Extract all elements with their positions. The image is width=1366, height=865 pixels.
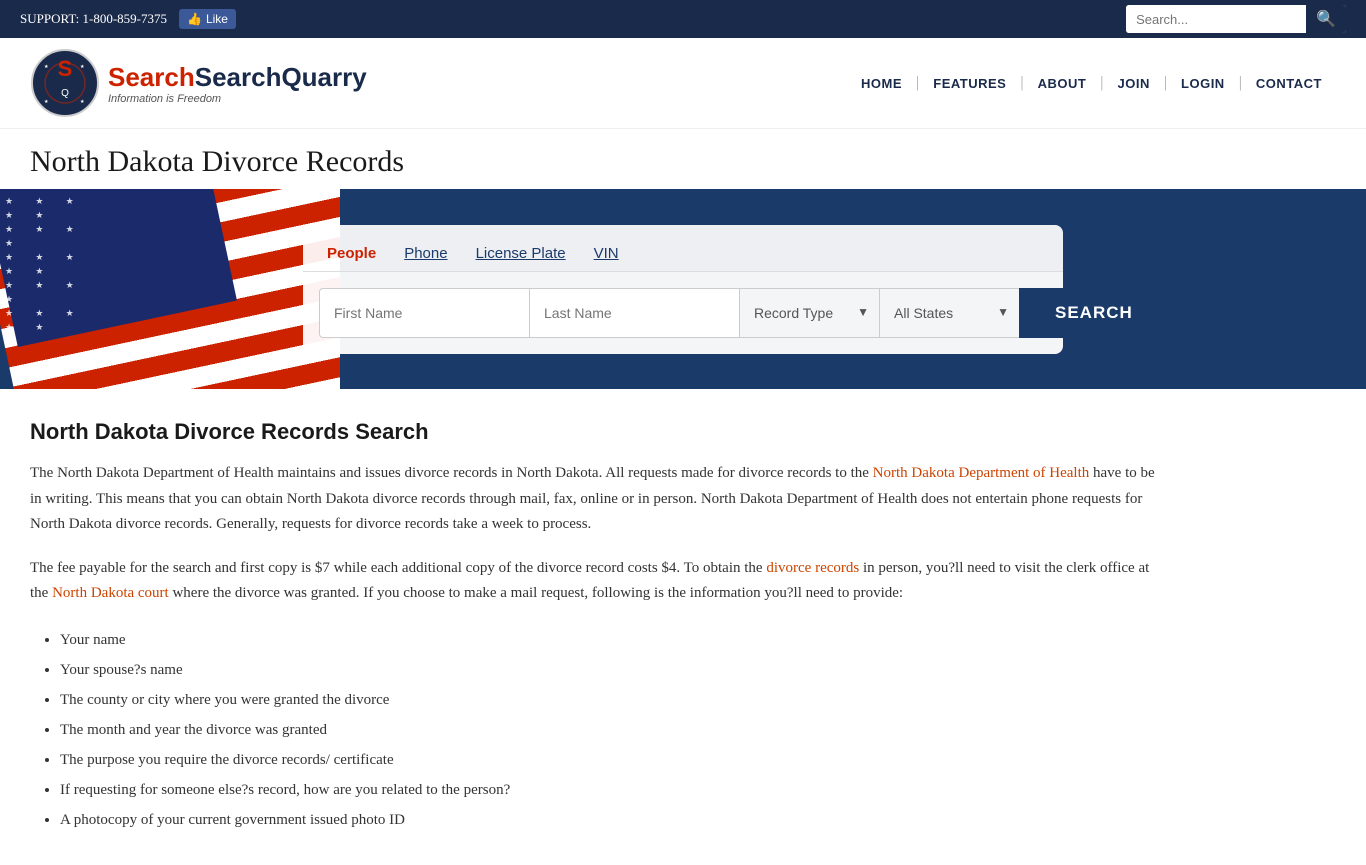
- divorce-records-link[interactable]: divorce records: [766, 560, 859, 576]
- first-name-input[interactable]: [319, 288, 529, 338]
- page-title-area: North Dakota Divorce Records: [0, 129, 1366, 189]
- support-text: SUPPORT: 1-800-859-7375: [20, 11, 167, 27]
- search-tabs: People Phone License Plate VIN: [303, 225, 1063, 272]
- svg-text:★: ★: [80, 64, 85, 70]
- main-content: North Dakota Divorce Records Search The …: [0, 389, 1200, 865]
- top-bar: SUPPORT: 1-800-859-7375 👍 Like 🔍: [0, 0, 1366, 38]
- nav-join[interactable]: JOIN: [1103, 76, 1163, 91]
- nav-home[interactable]: HOME: [847, 76, 916, 91]
- list-item: Your spouse?s name: [60, 655, 1170, 685]
- page-title: North Dakota Divorce Records: [30, 145, 1336, 179]
- svg-text:S: S: [58, 56, 73, 81]
- nav-login[interactable]: LOGIN: [1167, 76, 1239, 91]
- content-para1: The North Dakota Department of Health ma…: [30, 461, 1170, 538]
- content-para2-pre: The fee payable for the search and first…: [30, 560, 766, 576]
- logo-tagline: Information is Freedom: [108, 93, 367, 105]
- logo-brand: SearchSearchQuarry: [108, 62, 367, 93]
- svg-text:★: ★: [44, 99, 49, 105]
- search-form: Record Type ▼ All States ▼ SEARCH: [303, 272, 1063, 354]
- top-search-button[interactable]: 🔍: [1306, 5, 1346, 33]
- all-states-select[interactable]: All States: [880, 289, 1019, 337]
- list-item: The purpose you require the divorce reco…: [60, 745, 1170, 775]
- content-section-title: North Dakota Divorce Records Search: [30, 419, 1170, 445]
- nav-features[interactable]: FEATURES: [919, 76, 1020, 91]
- hero-banner: ★ ★ ★ ★ ★★ ★ ★ ★★ ★ ★ ★ ★★ ★ ★ ★★ ★ ★ ★ …: [0, 189, 1366, 389]
- list-item: Your name: [60, 625, 1170, 655]
- like-button[interactable]: 👍 Like: [179, 9, 236, 29]
- record-type-select-wrap: Record Type ▼: [739, 288, 879, 338]
- all-states-select-wrap: All States ▼: [879, 288, 1019, 338]
- mail-request-list: Your name Your spouse?s name The county …: [60, 625, 1170, 835]
- content-para2-post: where the divorce was granted. If you ch…: [169, 585, 903, 601]
- nd-court-link[interactable]: North Dakota court: [52, 585, 169, 601]
- top-bar-left: SUPPORT: 1-800-859-7375 👍 Like: [20, 9, 236, 29]
- header: S Q ★ ★ ★ ★ SearchSearchQuarry Informati…: [0, 38, 1366, 129]
- list-item: The county or city where you were grante…: [60, 685, 1170, 715]
- top-search-input[interactable]: [1126, 5, 1306, 33]
- nd-health-link[interactable]: North Dakota Department of Health: [873, 465, 1090, 481]
- like-label: Like: [206, 12, 228, 26]
- nav-contact[interactable]: CONTACT: [1242, 76, 1336, 91]
- flag-decoration: ★ ★ ★ ★ ★★ ★ ★ ★★ ★ ★ ★ ★★ ★ ★ ★★ ★ ★ ★ …: [0, 189, 340, 389]
- tab-phone[interactable]: Phone: [400, 237, 451, 272]
- svg-text:★: ★: [80, 99, 85, 105]
- top-bar-right: 🔍: [1126, 5, 1346, 33]
- svg-text:★: ★: [44, 64, 49, 70]
- tab-vin[interactable]: VIN: [590, 237, 623, 272]
- svg-text:Q: Q: [61, 88, 69, 99]
- main-nav: HOME | FEATURES | ABOUT | JOIN | LOGIN |…: [847, 74, 1336, 92]
- nav-about[interactable]: ABOUT: [1024, 76, 1101, 91]
- record-type-select[interactable]: Record Type: [740, 289, 879, 337]
- flag-stars: ★ ★ ★ ★ ★★ ★ ★ ★★ ★ ★ ★ ★★ ★ ★ ★★ ★ ★ ★ …: [5, 194, 85, 334]
- thumbs-up-icon: 👍: [187, 12, 202, 26]
- list-item: A photocopy of your current government i…: [60, 805, 1170, 835]
- tab-people[interactable]: People: [323, 237, 380, 272]
- search-button[interactable]: SEARCH: [1019, 288, 1169, 338]
- content-para1-pre: The North Dakota Department of Health ma…: [30, 465, 873, 481]
- top-search-box: 🔍: [1126, 5, 1346, 33]
- logo-text-block: SearchSearchQuarry Information is Freedo…: [108, 62, 367, 105]
- search-widget: People Phone License Plate VIN Record Ty…: [303, 225, 1063, 354]
- last-name-input[interactable]: [529, 288, 739, 338]
- list-item: The month and year the divorce was grant…: [60, 715, 1170, 745]
- content-para2: The fee payable for the search and first…: [30, 556, 1170, 607]
- list-item: If requesting for someone else?s record,…: [60, 775, 1170, 805]
- logo: S Q ★ ★ ★ ★ SearchSearchQuarry Informati…: [30, 48, 367, 118]
- logo-icon: S Q ★ ★ ★ ★: [30, 48, 100, 118]
- tab-license-plate[interactable]: License Plate: [472, 237, 570, 272]
